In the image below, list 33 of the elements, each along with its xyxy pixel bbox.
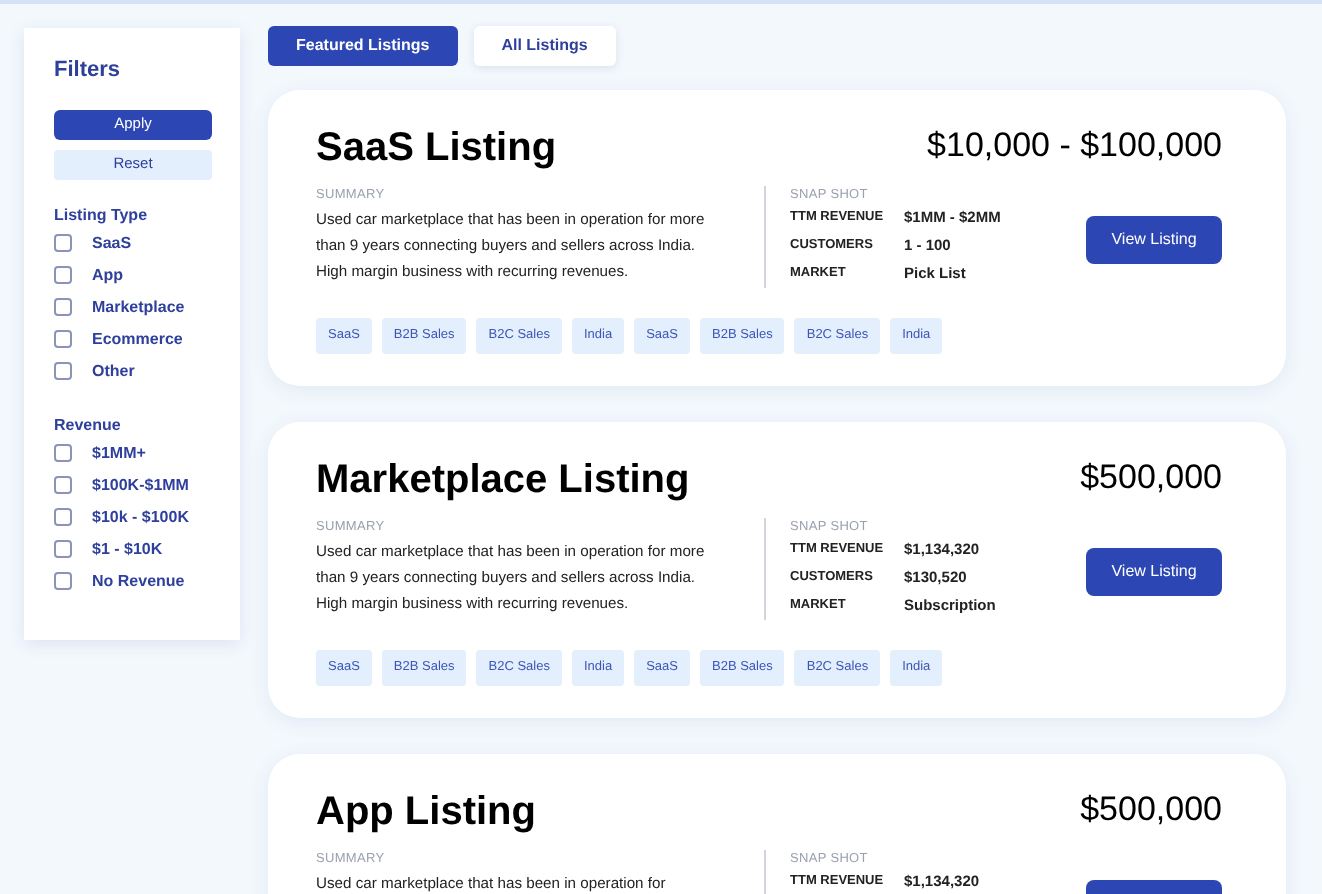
filter-group-title: Listing Type bbox=[54, 203, 150, 227]
filters-title: Filters bbox=[54, 56, 123, 86]
listing-title: Marketplace Listing bbox=[316, 455, 690, 506]
listing-tab[interactable]: Featured Listings bbox=[268, 26, 458, 66]
listing-title: App Listing bbox=[316, 787, 536, 837]
checkbox[interactable] bbox=[54, 330, 72, 348]
checkbox[interactable] bbox=[54, 540, 72, 558]
view-listing-button[interactable]: View Listing bbox=[1086, 216, 1222, 264]
filter-option-label: SaaS bbox=[92, 231, 132, 255]
listing-title: SaaS Listing bbox=[316, 124, 557, 174]
view-listing-button[interactable]: View Listing bbox=[1086, 547, 1222, 596]
listing-price: $10,000 - $100,000 bbox=[927, 124, 1222, 168]
filter-option-label: $1MM+ bbox=[92, 441, 146, 465]
filter-group-title: Revenue bbox=[54, 413, 123, 437]
listing-tab[interactable]: All Listings bbox=[473, 26, 616, 66]
filter-option-label: No Revenue bbox=[92, 569, 185, 593]
checkbox[interactable] bbox=[54, 298, 72, 316]
filter-option-label: $100K-$1MM bbox=[92, 473, 189, 497]
checkbox[interactable] bbox=[54, 362, 72, 380]
filter-option-label: Marketplace bbox=[92, 295, 185, 319]
filter-option-label: $10k - $100K bbox=[92, 505, 189, 529]
checkbox[interactable] bbox=[54, 444, 72, 462]
filter-option-label: Ecommerce bbox=[92, 327, 183, 351]
filter-option-label: App bbox=[92, 263, 124, 287]
listing-price: $500,000 bbox=[1080, 455, 1222, 500]
checkbox[interactable] bbox=[54, 508, 72, 526]
checkbox[interactable] bbox=[54, 234, 72, 252]
checkbox[interactable] bbox=[54, 572, 72, 590]
checkbox[interactable] bbox=[54, 476, 72, 494]
checkbox[interactable] bbox=[54, 266, 72, 284]
filter-option-label: Other bbox=[92, 359, 135, 383]
listing-price: $500,000 bbox=[1080, 787, 1222, 831]
filter-option-label: $1 - $10K bbox=[92, 537, 163, 561]
